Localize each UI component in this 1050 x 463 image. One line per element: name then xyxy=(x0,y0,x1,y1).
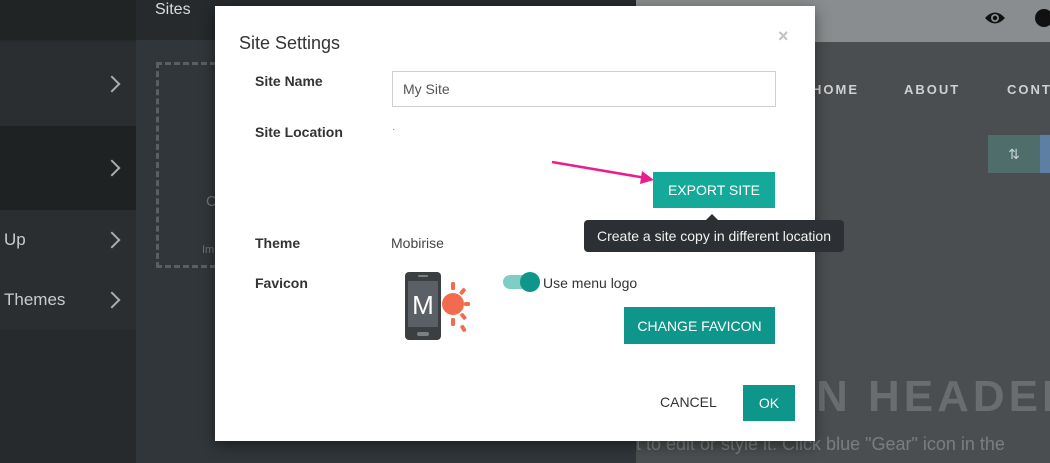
favicon-label: Favicon xyxy=(255,275,308,291)
theme-value: Mobirise xyxy=(391,235,444,251)
export-tooltip: Create a site copy in different location xyxy=(584,220,844,252)
annotation-arrow-icon xyxy=(551,160,654,184)
sidebar-item-label: Up xyxy=(4,230,26,249)
chevron-right-icon xyxy=(103,291,121,309)
theme-label: Theme xyxy=(255,235,301,251)
cloud-icon[interactable] xyxy=(1034,8,1050,28)
ghost-text: Im xyxy=(202,244,215,256)
sidebar-item-1[interactable] xyxy=(0,42,136,126)
ok-button[interactable]: OK xyxy=(743,385,795,421)
export-site-button[interactable]: EXPORT SITE xyxy=(653,172,775,208)
preview-nav-home: HOME xyxy=(812,82,859,97)
chevron-right-icon xyxy=(103,75,121,93)
dialog-title: Site Settings xyxy=(239,33,341,53)
site-location-label: Site Location xyxy=(255,124,343,140)
sidebar-item-label: Themes xyxy=(4,290,66,309)
site-name-input[interactable] xyxy=(392,71,776,107)
favicon-preview-logo: M xyxy=(405,272,470,340)
site-settings-dialog: Site Settings × Site Name Site Location … xyxy=(215,6,844,441)
site-name-label: Site Name xyxy=(255,73,323,89)
close-icon[interactable]: × xyxy=(778,26,789,47)
change-favicon-button[interactable]: CHANGE FAVICON xyxy=(624,307,775,344)
preview-nav-about: ABOUT xyxy=(904,82,961,97)
sidebar-item-2[interactable] xyxy=(0,126,136,210)
preview-nav-contact: CONT xyxy=(1007,82,1050,97)
add-site-card[interactable] xyxy=(156,62,216,268)
eye-icon[interactable] xyxy=(984,10,1006,26)
favicon-letter: M xyxy=(412,290,434,320)
sort-icon[interactable]: ⇅ xyxy=(988,135,1040,173)
chevron-right-icon xyxy=(103,159,121,177)
chevron-right-icon xyxy=(103,231,121,249)
use-menu-logo-toggle[interactable] xyxy=(503,272,540,292)
sidebar-top xyxy=(0,0,136,40)
site-location-value: · xyxy=(392,124,396,135)
gear-button-edge[interactable] xyxy=(1040,135,1050,173)
toggle-knob xyxy=(520,272,540,292)
cancel-button[interactable]: CANCEL xyxy=(660,394,717,410)
sidebar-item-up[interactable]: Up xyxy=(0,210,136,270)
use-menu-logo-label: Use menu logo xyxy=(543,275,638,291)
sites-title: Sites xyxy=(155,1,191,18)
preview-header-text: N HEADER xyxy=(816,372,1050,421)
left-sidebar: Up Themes xyxy=(0,0,136,463)
sidebar-item-themes[interactable]: Themes xyxy=(0,270,136,330)
